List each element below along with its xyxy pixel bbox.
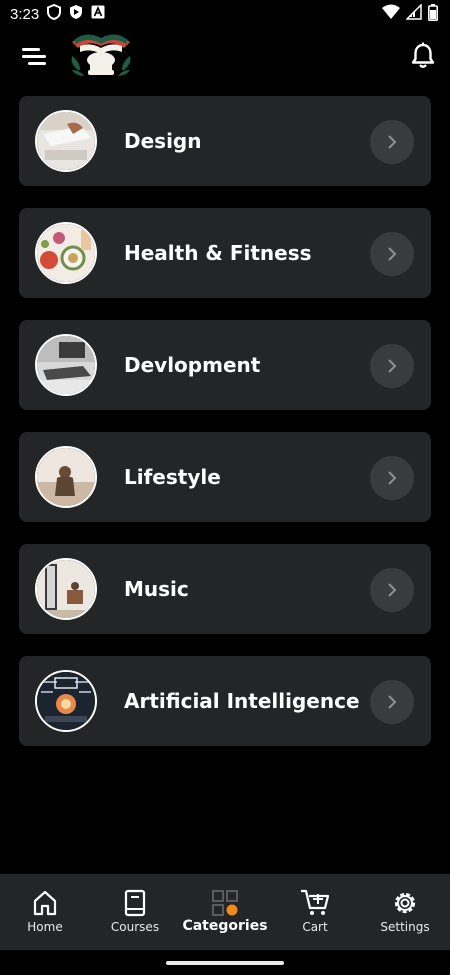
category-card-lifestyle[interactable]: Lifestyle xyxy=(19,432,431,522)
app-header xyxy=(0,28,450,86)
gear-icon xyxy=(388,888,422,918)
lifestyle-thumbnail xyxy=(35,446,97,508)
home-icon xyxy=(28,888,62,918)
font-icon xyxy=(91,5,105,23)
artificial-intelligence-thumbnail xyxy=(35,670,97,732)
category-label: Design xyxy=(124,129,202,153)
shield-icon xyxy=(47,3,62,24)
category-card-artificial-intelligence[interactable]: Artificial Intelligence xyxy=(19,656,431,746)
gesture-bar xyxy=(0,950,450,975)
category-card-devlopment[interactable]: Devlopment xyxy=(19,320,431,410)
chevron-right-icon[interactable] xyxy=(370,120,414,164)
music-thumbnail xyxy=(35,558,97,620)
category-list: Design Health & Fitness Devlopment Lifes… xyxy=(19,96,431,768)
category-card-health-fitness[interactable]: Health & Fitness xyxy=(19,208,431,298)
devlopment-thumbnail xyxy=(35,334,97,396)
status-time: 3:23 xyxy=(10,5,40,23)
category-label: Lifestyle xyxy=(124,465,221,489)
nav-item-cart[interactable]: Cart xyxy=(270,874,360,950)
category-label: Devlopment xyxy=(124,353,261,377)
category-label: Health & Fitness xyxy=(124,241,312,265)
category-card-music[interactable]: Music xyxy=(19,544,431,634)
chevron-right-icon[interactable] xyxy=(370,232,414,276)
design-thumbnail xyxy=(35,110,97,172)
menu-icon[interactable] xyxy=(20,44,48,68)
nav-item-courses[interactable]: Courses xyxy=(90,874,180,950)
nav-label: Settings xyxy=(380,920,430,934)
status-bar: 3:23 xyxy=(0,0,450,28)
category-label: Artificial Intelligence xyxy=(124,689,360,713)
nav-label: Home xyxy=(27,920,63,934)
signal-icon xyxy=(405,3,422,24)
play-protect-icon xyxy=(69,4,83,24)
category-label: Music xyxy=(124,577,189,601)
wifi-icon xyxy=(382,4,400,24)
nav-label: Cart xyxy=(302,920,328,934)
grid-icon xyxy=(208,888,242,918)
chevron-right-icon[interactable] xyxy=(370,456,414,500)
chevron-right-icon[interactable] xyxy=(370,344,414,388)
chevron-right-icon[interactable] xyxy=(370,680,414,724)
nav-label: Categories xyxy=(182,918,268,934)
nav-item-categories[interactable]: Categories xyxy=(180,874,270,950)
book-leaf-logo xyxy=(66,30,136,84)
nav-item-home[interactable]: Home xyxy=(0,874,90,950)
cart-plus-icon xyxy=(298,888,332,918)
bottom-nav: Home Courses Categories Cart Settings xyxy=(0,874,450,950)
book-icon xyxy=(118,888,152,918)
battery-icon xyxy=(428,3,438,25)
nav-label: Courses xyxy=(110,920,160,934)
nav-item-settings[interactable]: Settings xyxy=(360,874,450,950)
home-gesture-handle[interactable] xyxy=(166,961,284,965)
category-card-design[interactable]: Design xyxy=(19,96,431,186)
health-fitness-thumbnail xyxy=(35,222,97,284)
chevron-right-icon[interactable] xyxy=(370,568,414,612)
bell-icon[interactable] xyxy=(410,42,436,70)
